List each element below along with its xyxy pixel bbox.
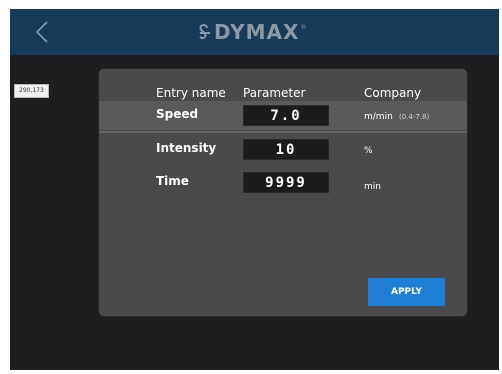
speed-input[interactable]: 7.0 [243,105,329,126]
device-screen: DYMAX ® Entry name Parameter Company Spe… [10,9,499,370]
intensity-input[interactable]: 10 [243,139,329,160]
top-bar: DYMAX ® [10,9,499,55]
logo-registered-mark: ® [300,23,307,31]
time-input[interactable]: 9999 [243,172,329,193]
dymax-logo: DYMAX ® [198,20,306,44]
row-label-speed: Speed [156,107,199,121]
speed-unit: m/min [364,112,393,122]
parameter-panel: Entry name Parameter Company Speed 7.0 m… [99,69,467,316]
logo-text: DYMAX [214,20,300,44]
column-header-parameter: Parameter [243,86,306,100]
row-label-time: Time [156,174,189,188]
speed-range: (0.4-7.8) [399,113,430,121]
column-header-entry-name: Entry name [156,86,226,100]
dymax-logo-mark [199,24,210,40]
coordinate-badge: 290,173 [14,84,49,98]
apply-button[interactable]: APPLY [368,278,445,306]
column-header-company: Company [364,86,422,100]
row-divider [99,131,467,133]
intensity-unit: % [364,146,373,156]
row-label-intensity: Intensity [156,141,217,155]
time-unit: min [364,182,381,192]
back-button[interactable] [28,17,58,47]
chevron-left-icon [35,21,48,43]
